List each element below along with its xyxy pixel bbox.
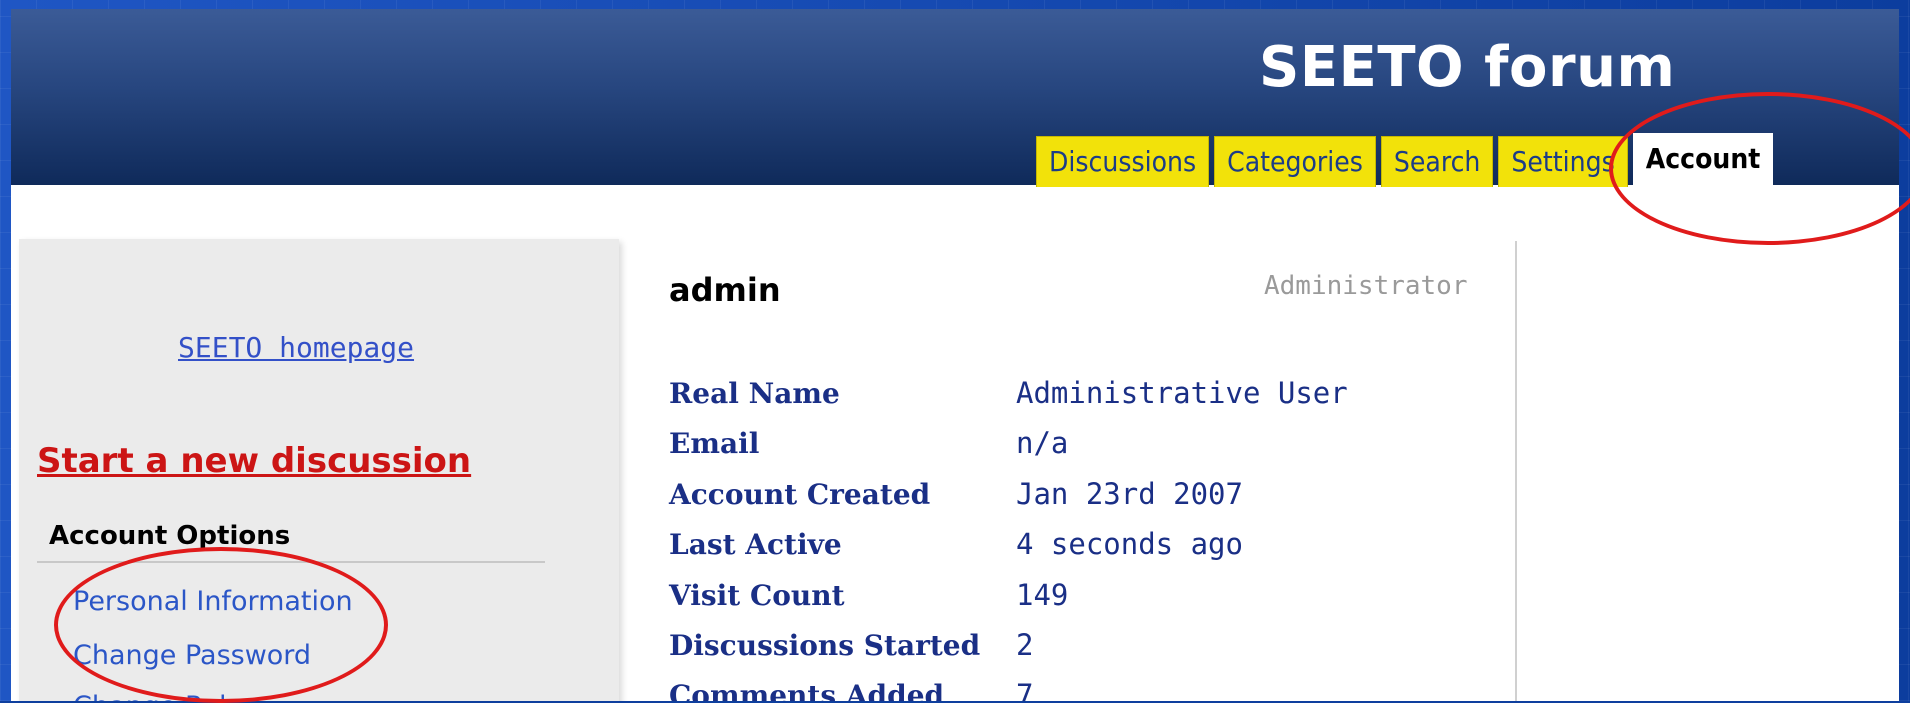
forum-header: SEETO forum Discussions Categories Searc… — [11, 9, 1899, 187]
tab-account[interactable]: Account — [1632, 133, 1774, 187]
row-label-discussions-started: Discussions Started — [669, 629, 981, 662]
row-value-last-active: 4 seconds ago — [1016, 527, 1243, 561]
forum-title: SEETO forum — [1259, 35, 1676, 100]
row-value-real-name: Administrative User — [1016, 376, 1348, 410]
tab-categories[interactable]: Categories — [1214, 136, 1376, 187]
row-label-real-name: Real Name — [669, 377, 840, 410]
row-label-email: Email — [669, 427, 760, 460]
profile-role: Administrator — [1264, 271, 1468, 301]
start-new-discussion-link[interactable]: Start a new discussion — [37, 441, 471, 481]
content-divider — [1515, 241, 1517, 701]
row-value-visit-count: 149 — [1016, 578, 1069, 612]
row-label-account-created: Account Created — [669, 478, 931, 511]
tab-bar: Discussions Categories Search Settings A… — [1036, 133, 1774, 187]
row-label-comments-added: Comments Added — [669, 679, 945, 701]
browser-screen: SEETO forum Discussions Categories Searc… — [11, 9, 1899, 701]
change-password-link[interactable]: Change Password — [73, 640, 311, 671]
change-role-link[interactable]: Change Role — [73, 691, 243, 701]
row-value-discussions-started: 2 — [1016, 628, 1034, 662]
tab-discussions[interactable]: Discussions — [1036, 136, 1210, 187]
row-label-last-active: Last Active — [669, 528, 842, 561]
row-label-visit-count: Visit Count — [669, 579, 845, 612]
account-options-divider — [37, 561, 545, 563]
personal-information-link[interactable]: Personal Information — [73, 586, 353, 617]
row-value-account-created: Jan 23rd 2007 — [1016, 477, 1243, 511]
tab-settings[interactable]: Settings — [1498, 136, 1628, 187]
account-options-heading: Account Options — [49, 521, 291, 551]
row-value-comments-added: 7 — [1016, 678, 1034, 701]
seeto-homepage-link[interactable]: SEETO homepage — [178, 331, 414, 364]
tab-search[interactable]: Search — [1380, 136, 1494, 187]
row-value-email: n/a — [1016, 426, 1069, 460]
profile-username: admin — [669, 271, 781, 309]
